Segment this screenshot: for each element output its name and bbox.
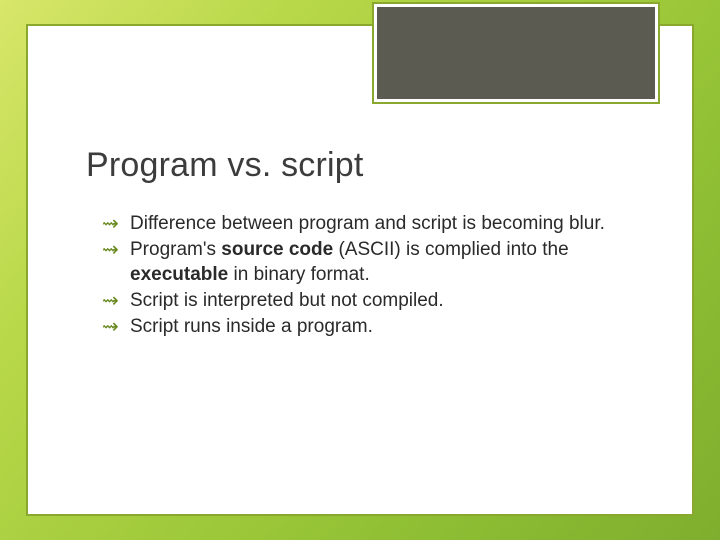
bullet-text: Difference between program and script is… (130, 213, 605, 234)
list-item: ⇝ Difference between program and script … (106, 212, 626, 236)
list-item: ⇝ Program's source code (ASCII) is compl… (106, 238, 626, 287)
bullet-text: Script runs inside a program. (130, 316, 373, 337)
slide-title: Program vs. script (86, 146, 364, 185)
bullet-icon: ⇝ (102, 238, 119, 262)
slide-body: ⇝ Difference between program and script … (106, 212, 626, 342)
bullet-icon: ⇝ (102, 212, 119, 236)
bullet-icon: ⇝ (102, 315, 119, 339)
bullet-text: Program's source code (ASCII) is complie… (130, 239, 569, 284)
title-placeholder-box (374, 4, 658, 102)
slide-card: Program vs. script ⇝ Difference between … (26, 24, 694, 516)
list-item: ⇝ Script runs inside a program. (106, 315, 626, 339)
bullet-icon: ⇝ (102, 289, 119, 313)
list-item: ⇝ Script is interpreted but not compiled… (106, 289, 626, 313)
bullet-text: Script is interpreted but not compiled. (130, 290, 444, 311)
